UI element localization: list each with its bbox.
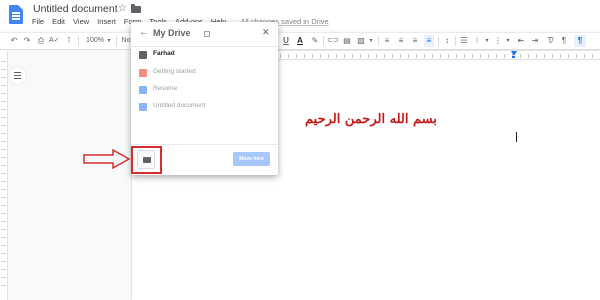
pdf-icon — [139, 69, 147, 77]
vertical-ruler — [0, 51, 8, 300]
chevron-down-icon[interactable]: ▾ — [368, 35, 374, 47]
file-item-label: Untitled document — [153, 102, 206, 109]
chevron-down-icon[interactable]: ▾ — [484, 35, 490, 47]
file-item-label: Resume — [153, 85, 178, 92]
menu-edit[interactable]: Edit — [52, 17, 65, 26]
bulleted-list-icon[interactable]: ⁝ — [472, 35, 482, 47]
print-icon[interactable]: ⎙ — [36, 35, 46, 47]
text-cursor — [516, 132, 517, 142]
underline-button[interactable]: U — [282, 35, 290, 47]
open-in-drive-icon[interactable] — [204, 31, 210, 37]
align-justify-icon[interactable]: ≡ — [424, 35, 434, 47]
document-icon — [139, 86, 147, 94]
file-item-label: Getting started — [153, 68, 196, 75]
chevron-down-icon[interactable]: ▾ — [106, 35, 112, 47]
toolbar: ↶ ↷ ⎙ A✓ ⊺ 100% ▾ No U A ✎ ⊂⊃ ▤ ▨ ▾ ≡ ≡ … — [0, 32, 600, 50]
file-item-getting-started: Getting started — [131, 65, 278, 82]
annotation-highlight-box — [131, 146, 162, 174]
ltr-icon[interactable]: ¶ — [559, 35, 569, 47]
menu-insert[interactable]: Insert — [97, 17, 116, 26]
line-spacing-icon[interactable]: ↕ — [442, 35, 452, 47]
document-title[interactable]: Untitled document — [33, 3, 118, 15]
dialog-title: My Drive — [153, 28, 191, 38]
document-icon — [139, 103, 147, 111]
image-icon[interactable]: ▨ — [355, 35, 367, 47]
checklist-icon[interactable]: ☰ — [459, 35, 469, 47]
align-left-icon[interactable]: ≡ — [382, 35, 392, 47]
docs-logo-icon[interactable] — [9, 5, 23, 24]
align-center-icon[interactable]: ≡ — [396, 35, 406, 47]
clear-formatting-icon[interactable]: T̸ — [545, 35, 555, 47]
file-item-untitled-document: Untitled document — [131, 99, 278, 116]
decrease-indent-icon[interactable]: ⇤ — [516, 35, 526, 47]
rtl-icon[interactable]: ¶ — [574, 35, 586, 47]
link-icon[interactable]: ⊂⊃ — [327, 35, 339, 47]
close-icon[interactable]: ✕ — [262, 27, 270, 38]
zoom-select[interactable]: 100% — [84, 35, 106, 47]
folder-icon[interactable] — [131, 4, 141, 13]
title-bar: Untitled document ☆ File Edit View Inser… — [0, 0, 600, 30]
menu-file[interactable]: File — [32, 17, 44, 26]
ruler-ticks — [1, 61, 6, 291]
ruler-ticks — [272, 54, 600, 58]
horizontal-ruler — [272, 51, 600, 60]
comment-icon[interactable]: ▤ — [342, 35, 352, 47]
chevron-down-icon[interactable]: ▾ — [505, 35, 511, 47]
menu-view[interactable]: View — [73, 17, 89, 26]
dialog-header: ← My Drive ✕ — [131, 22, 278, 47]
undo-icon[interactable]: ↶ — [9, 35, 19, 47]
folder-item-label: Farhad — [153, 50, 175, 57]
spellcheck-icon[interactable]: A✓ — [49, 35, 60, 47]
move-here-button[interactable]: Move here — [233, 152, 270, 166]
text-color-button[interactable]: A — [296, 35, 304, 47]
star-icon[interactable]: ☆ — [118, 3, 127, 14]
file-item-resume: Resume — [131, 82, 278, 99]
align-right-icon[interactable]: ≡ — [410, 35, 420, 47]
increase-indent-icon[interactable]: ⇥ — [530, 35, 540, 47]
redo-icon[interactable]: ↷ — [22, 35, 32, 47]
folder-icon — [139, 51, 147, 59]
arrow-left-icon[interactable]: ← — [139, 27, 149, 38]
folder-item-farhad[interactable]: Farhad — [131, 47, 278, 64]
highlight-color-icon[interactable]: ✎ — [310, 35, 320, 47]
paint-format-icon[interactable]: ⊺ — [64, 35, 74, 47]
document-outline-icon[interactable] — [9, 67, 26, 84]
numbered-list-icon[interactable]: ⋮ — [493, 35, 503, 47]
document-body-text[interactable]: بسم الله الرحمن الرحيم — [305, 112, 437, 127]
first-line-indent-icon[interactable] — [512, 56, 515, 58]
annotation-arrow-icon — [83, 149, 131, 169]
